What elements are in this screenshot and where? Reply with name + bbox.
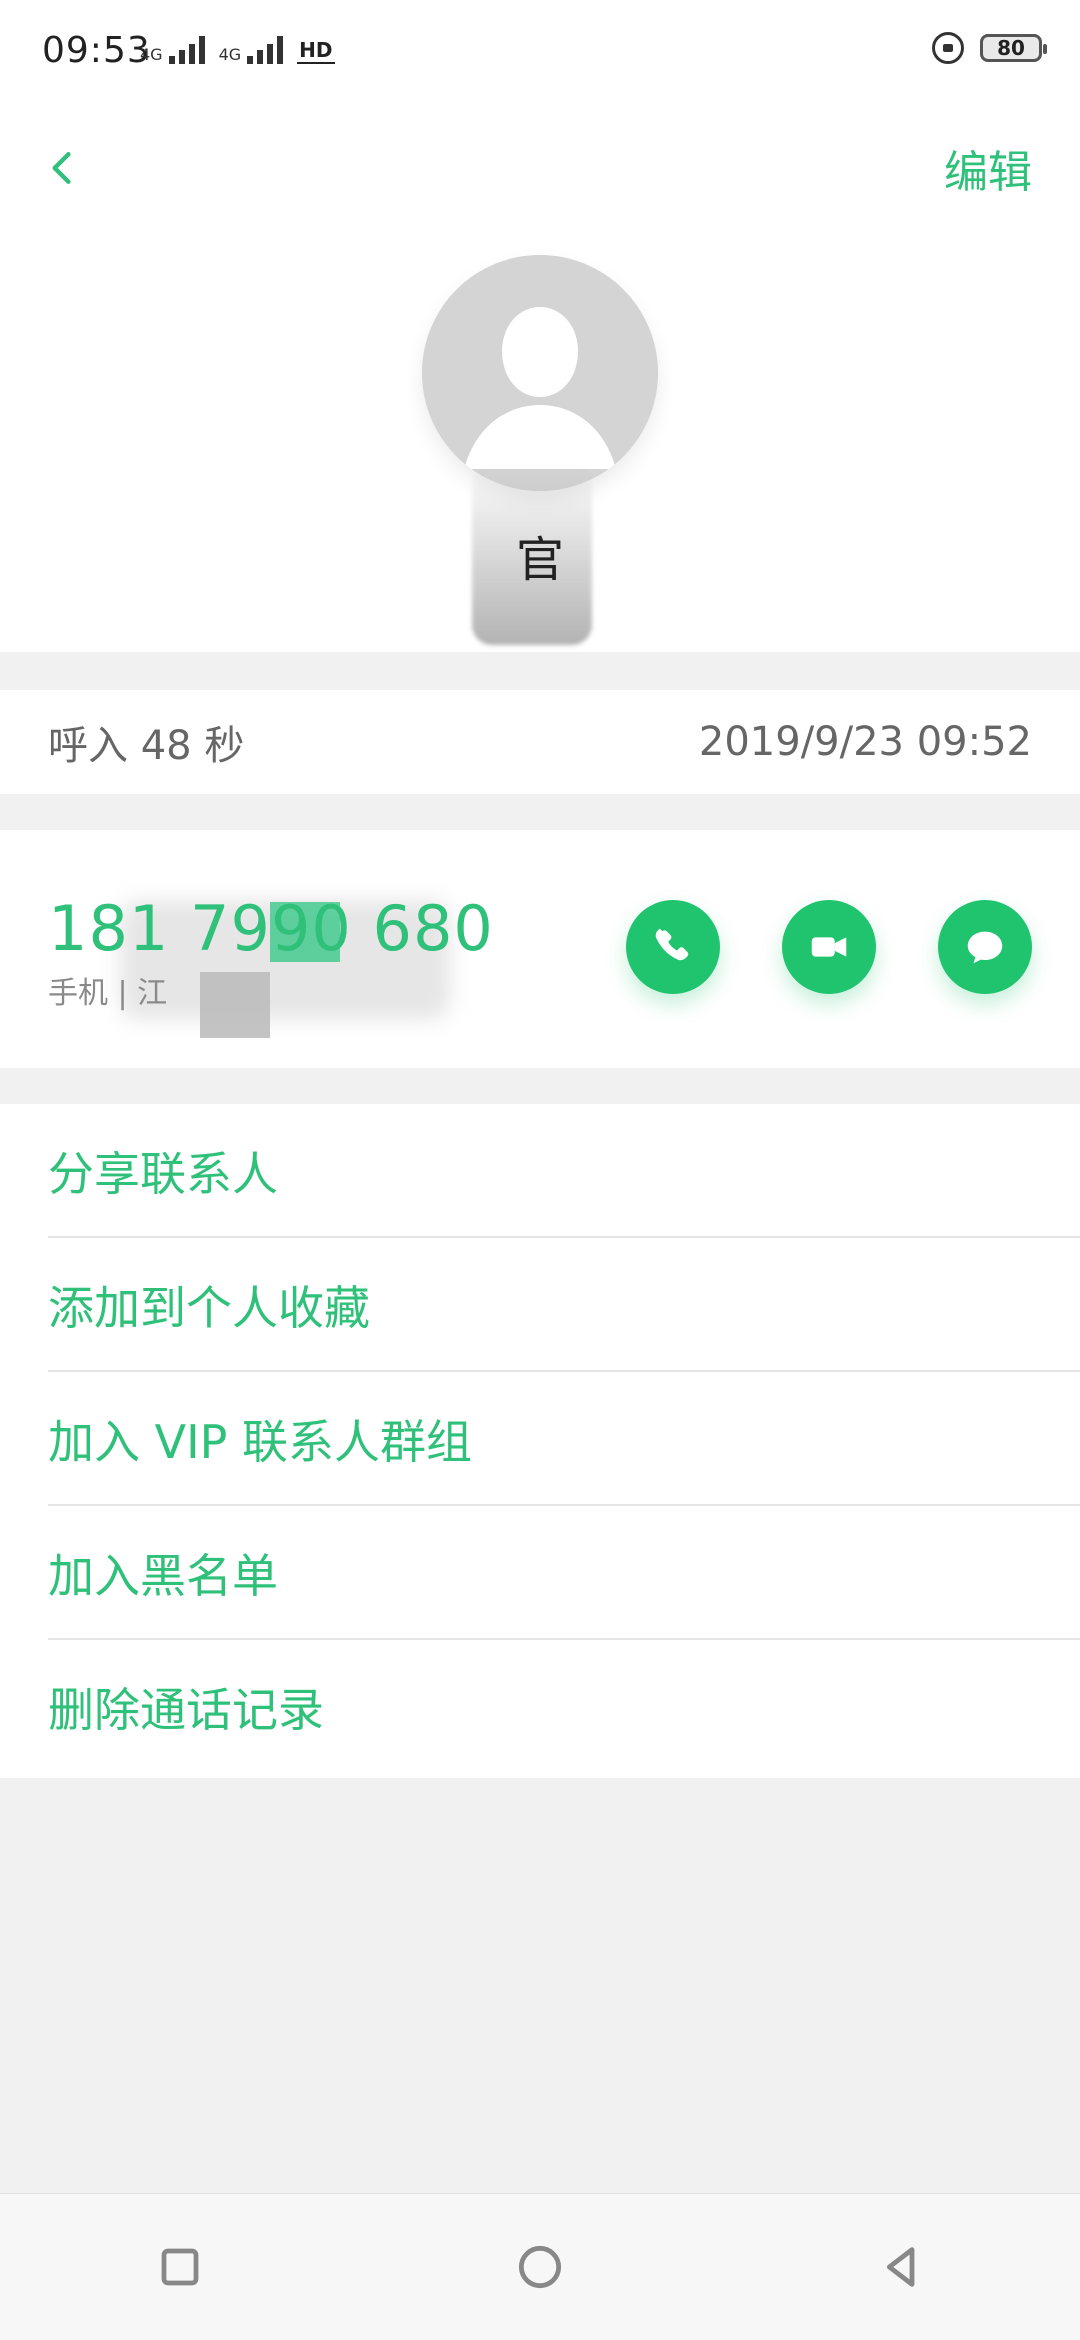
menu-item-add-to-favorites[interactable]: 添加到个人收藏 bbox=[0, 1238, 1080, 1372]
phone-section: 181 7990 680 手机 | 江 bbox=[0, 830, 1080, 1068]
nav-recent-apps-button[interactable] bbox=[120, 2207, 240, 2327]
contact-name-visible-char: 官 bbox=[515, 532, 564, 588]
phone-action-buttons bbox=[626, 900, 1032, 994]
signal-2: 4G bbox=[219, 36, 284, 64]
call-log-row[interactable]: 呼入 48 秒 2019/9/23 09:52 bbox=[0, 690, 1080, 794]
menu-item-share-contact[interactable]: 分享联系人 bbox=[0, 1104, 1080, 1238]
hd-badge: HD bbox=[297, 38, 335, 64]
signal-1: 4G bbox=[140, 36, 205, 64]
contact-actions-menu: 分享联系人 添加到个人收藏 加入 VIP 联系人群组 加入黑名单 删除通话记录 bbox=[0, 1104, 1080, 1778]
top-bar: 编辑 bbox=[0, 110, 1080, 220]
message-button[interactable] bbox=[938, 900, 1032, 994]
message-bubble-icon bbox=[967, 931, 1003, 964]
video-camera-icon bbox=[811, 937, 847, 957]
signal-bars-icon bbox=[168, 36, 205, 64]
phone-meta: 手机 | 江 bbox=[48, 976, 168, 1011]
battery-icon: 80 bbox=[980, 34, 1047, 62]
contact-name: 官 bbox=[0, 520, 1080, 590]
status-right: 80 bbox=[932, 32, 1047, 64]
signal-2-label: 4G bbox=[218, 45, 242, 64]
battery-level: 80 bbox=[997, 36, 1025, 60]
status-signals: 4G 4G HD bbox=[140, 36, 335, 64]
status-bar: 09:53 4G 4G HD 80 bbox=[0, 0, 1080, 110]
phone-number[interactable]: 181 7990 680 bbox=[48, 892, 494, 965]
rotation-lock-icon bbox=[932, 32, 964, 64]
menu-item-add-to-vip-group[interactable]: 加入 VIP 联系人群组 bbox=[0, 1372, 1080, 1506]
call-log-type-duration: 呼入 48 秒 bbox=[48, 723, 245, 769]
call-button[interactable] bbox=[626, 900, 720, 994]
nav-home-button[interactable] bbox=[480, 2207, 600, 2327]
menu-item-add-to-blacklist[interactable]: 加入黑名单 bbox=[0, 1506, 1080, 1640]
profile-header: 官 bbox=[0, 220, 1080, 652]
system-nav-bar bbox=[0, 2193, 1080, 2340]
avatar[interactable] bbox=[422, 255, 658, 491]
signal-bars-icon bbox=[247, 36, 284, 64]
video-call-button[interactable] bbox=[782, 900, 876, 994]
circle-icon bbox=[518, 2245, 562, 2289]
chevron-left-icon bbox=[40, 146, 84, 194]
edit-button[interactable]: 编辑 bbox=[944, 128, 1032, 208]
square-icon bbox=[161, 2248, 199, 2286]
phone-blur-block bbox=[200, 972, 270, 1038]
call-log-timestamp: 2019/9/23 09:52 bbox=[698, 719, 1032, 765]
menu-item-delete-call-log[interactable]: 删除通话记录 bbox=[0, 1640, 1080, 1774]
phone-icon bbox=[655, 928, 689, 961]
contact-detail-screen: 09:53 4G 4G HD 80 编辑 官 呼入 48 秒 2019/9/23… bbox=[0, 0, 1080, 2340]
triangle-left-icon bbox=[886, 2247, 915, 2287]
person-avatar-icon bbox=[422, 255, 658, 491]
nav-back-button[interactable] bbox=[840, 2207, 960, 2327]
back-button[interactable] bbox=[40, 130, 120, 210]
status-time: 09:53 bbox=[42, 30, 151, 71]
signal-1-label: 4G bbox=[140, 45, 163, 64]
